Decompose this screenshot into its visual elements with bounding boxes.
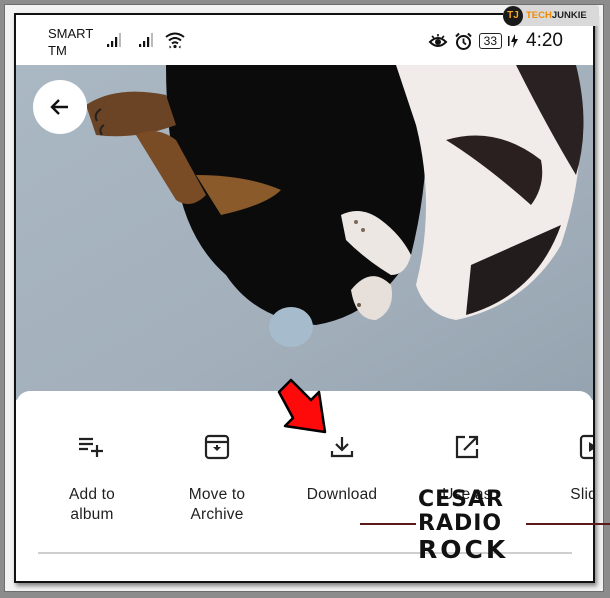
techjunkie-watermark: TJ TECHJUNKIE	[503, 5, 599, 26]
photo-view[interactable]	[16, 65, 593, 400]
radio-rock-watermark: CESAR RADIO ROCK	[360, 487, 610, 565]
signal-icon	[139, 33, 153, 47]
playlist-add-icon	[79, 437, 103, 457]
carrier-line-1: SMART	[48, 26, 94, 41]
action-label: album	[70, 506, 114, 523]
red-arrow-annotation	[277, 378, 327, 434]
action-label: Move to	[188, 486, 246, 503]
open-external-icon	[455, 435, 479, 459]
wifi-icon	[165, 32, 185, 49]
watermark-line	[526, 523, 610, 525]
alarm-icon	[454, 32, 472, 50]
archive-icon	[204, 434, 230, 460]
watermark-text: RADIO	[418, 511, 503, 536]
back-button[interactable]	[33, 80, 87, 134]
carrier-line-2: TM	[48, 43, 67, 58]
watermark-text: ROCK	[418, 535, 509, 564]
battery-indicator: 33	[478, 33, 503, 49]
add-to-album-button[interactable]: Add to album	[32, 431, 152, 525]
dog-photo	[16, 65, 593, 400]
watermark-text: CESAR	[418, 487, 504, 512]
techjunkie-text-junkie: JUNKIE	[551, 10, 587, 21]
arrow-left-icon	[50, 99, 68, 115]
carrier-name: SMART TM	[48, 25, 93, 59]
techjunkie-text: TECHJUNKIE	[526, 10, 587, 21]
techjunkie-logo: TJ	[503, 5, 523, 26]
move-to-archive-button[interactable]: Move to Archive	[157, 431, 277, 525]
status-right-group: 33 4:20	[428, 30, 563, 52]
techjunkie-text-tech: TECH	[526, 10, 552, 21]
charging-icon	[508, 34, 519, 48]
eye-comfort-icon	[428, 34, 448, 47]
watermark-line	[360, 523, 416, 525]
action-label: Archive	[190, 506, 244, 523]
clock: 4:20	[526, 30, 563, 51]
slideshow-icon	[579, 434, 593, 460]
signal-icon	[107, 33, 121, 47]
action-label: Add to	[68, 486, 115, 503]
